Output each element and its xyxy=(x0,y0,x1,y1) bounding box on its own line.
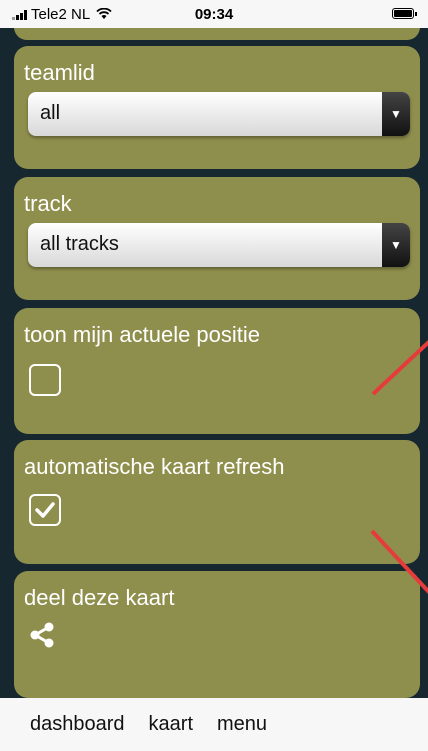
previous-panel xyxy=(14,28,420,40)
refresh-panel: automatische kaart refresh xyxy=(14,440,420,564)
dropdown-arrow-icon: ▼ xyxy=(382,92,410,136)
position-checkbox[interactable] xyxy=(29,364,61,396)
teamlid-panel: teamlid all ▼ xyxy=(14,46,420,169)
teamlid-select-value: all xyxy=(40,102,61,124)
refresh-label: automatische kaart refresh xyxy=(24,454,285,479)
teamlid-label: teamlid xyxy=(24,60,95,85)
refresh-checkbox[interactable] xyxy=(29,494,61,526)
tab-kaart[interactable]: kaart xyxy=(149,713,193,736)
track-label: track xyxy=(24,191,72,216)
tab-dashboard[interactable]: dashboard xyxy=(30,713,125,736)
tab-menu[interactable]: menu xyxy=(217,713,267,736)
status-bar: Tele2 NL 09:34 xyxy=(0,0,428,28)
share-panel: deel deze kaart xyxy=(14,571,420,698)
track-select[interactable]: all tracks ▼ xyxy=(28,223,410,267)
share-icon[interactable] xyxy=(28,621,56,654)
teamlid-select[interactable]: all ▼ xyxy=(28,92,410,136)
share-label: deel deze kaart xyxy=(24,585,175,610)
track-select-value: all tracks xyxy=(40,233,119,255)
settings-content: teamlid all ▼ track all tracks ▼ toon mi… xyxy=(0,28,428,698)
bottom-tabbar: dashboard kaart menu xyxy=(0,698,428,751)
position-panel: toon mijn actuele positie xyxy=(14,308,420,434)
status-time: 09:34 xyxy=(194,6,234,23)
battery-icon xyxy=(392,8,417,19)
position-label: toon mijn actuele positie xyxy=(24,322,261,347)
track-panel: track all tracks ▼ xyxy=(14,177,420,300)
dropdown-arrow-icon: ▼ xyxy=(382,223,410,267)
checkmark-icon xyxy=(35,502,55,518)
